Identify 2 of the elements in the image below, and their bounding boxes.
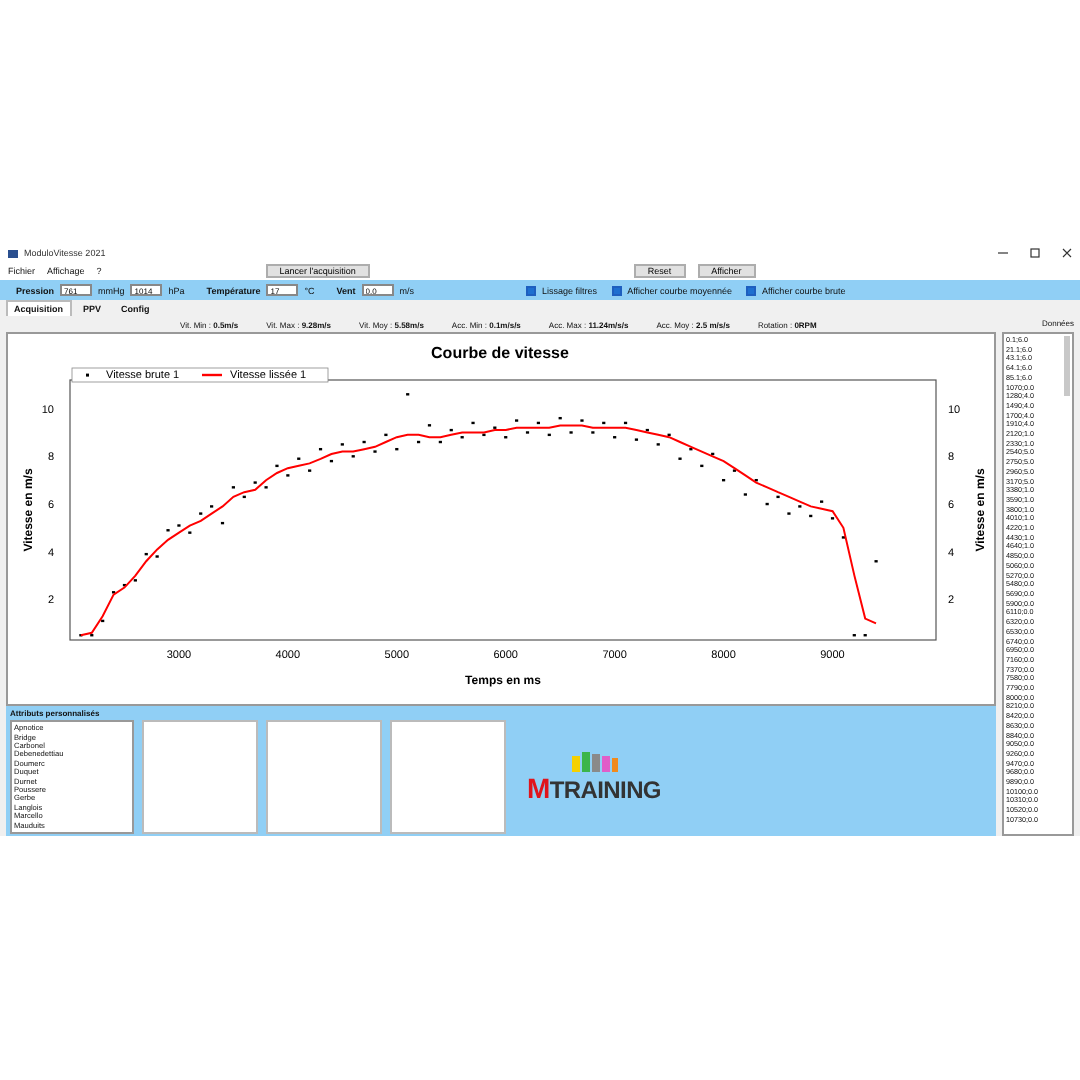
logo-text: MTRAINING bbox=[527, 771, 661, 804]
chart-title: Courbe de vitesse bbox=[431, 344, 569, 362]
